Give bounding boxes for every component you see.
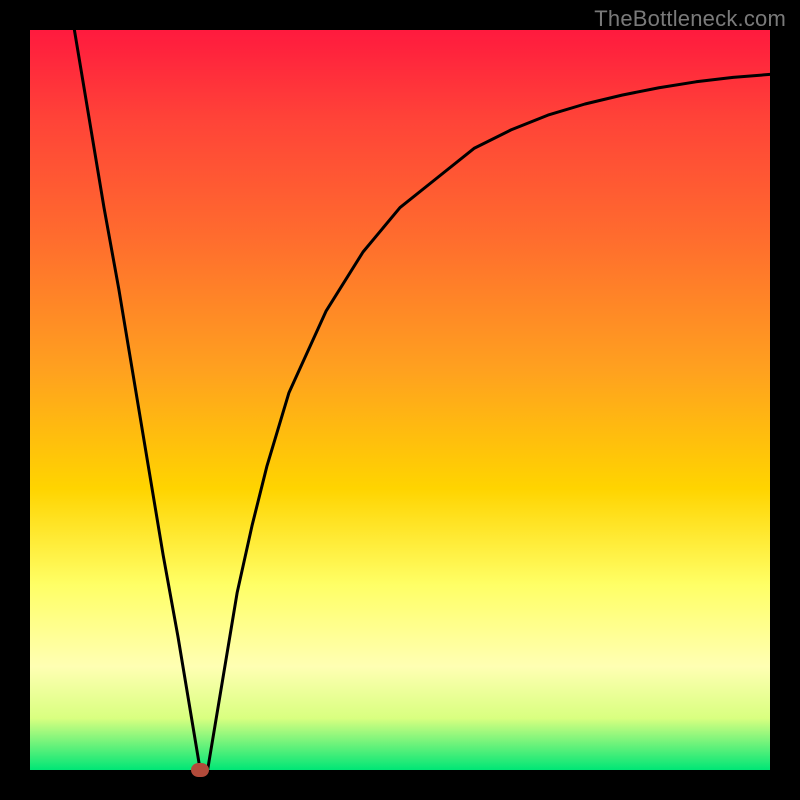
- min-marker: [191, 763, 209, 777]
- chart-frame: TheBottleneck.com: [0, 0, 800, 800]
- watermark-text: TheBottleneck.com: [594, 6, 786, 32]
- plot-area: [30, 30, 770, 770]
- curve-svg: [30, 30, 770, 770]
- bottleneck-curve: [74, 30, 770, 770]
